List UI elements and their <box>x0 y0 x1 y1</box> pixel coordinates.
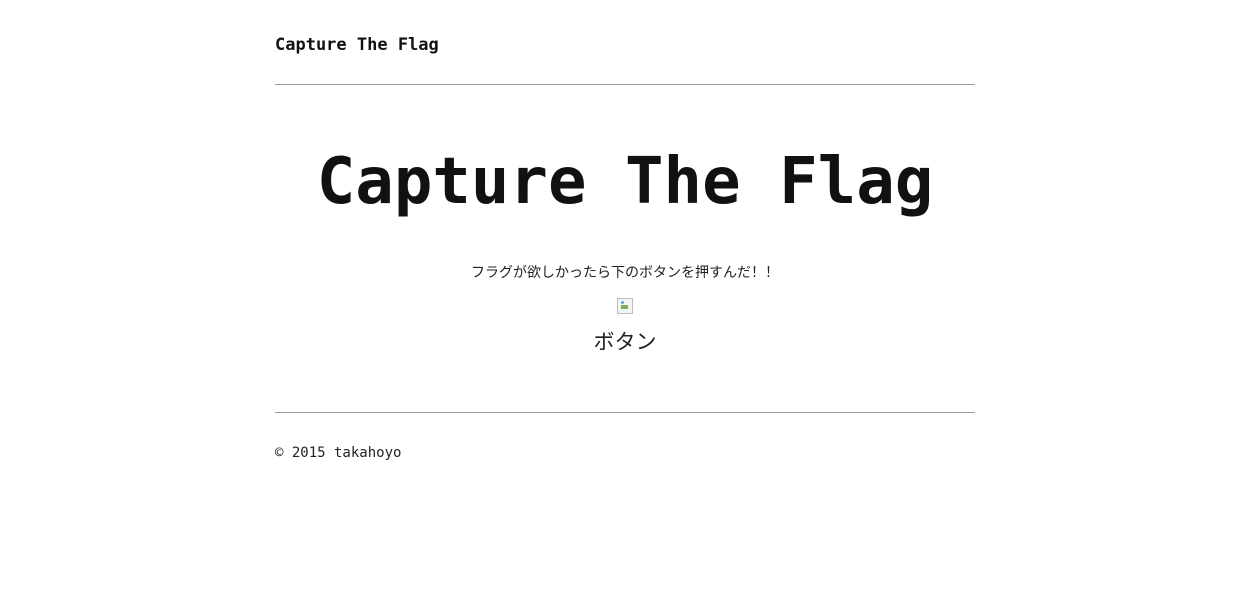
instruction-text: フラグが欲しかったら下のボタンを押すんだ！！ <box>471 265 779 281</box>
footer-divider <box>275 412 975 413</box>
page-title: Capture The Flag <box>316 145 934 219</box>
header-divider <box>275 84 975 85</box>
flag-button[interactable]: ボタン <box>575 328 675 356</box>
flag-image[interactable] <box>617 298 633 314</box>
broken-image-icon <box>617 298 633 314</box>
footer-copyright: © 2015 takahoyo <box>275 445 402 461</box>
site-title[interactable]: Capture The Flag <box>275 34 439 56</box>
